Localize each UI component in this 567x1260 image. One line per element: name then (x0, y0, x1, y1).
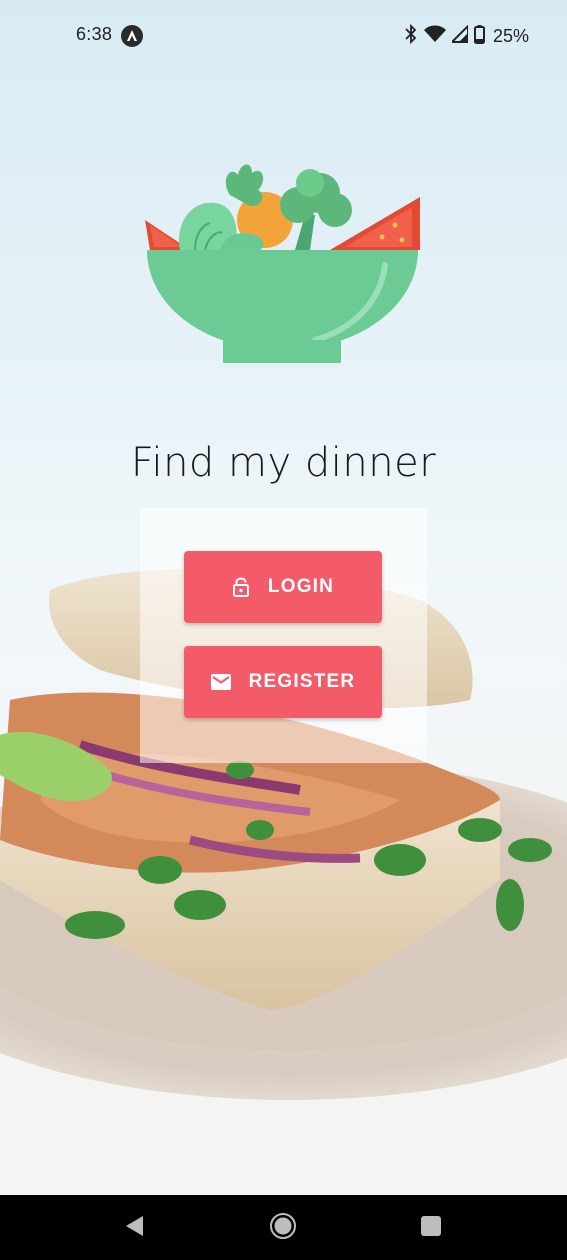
app-title: Find my dinner (130, 440, 437, 486)
recents-icon (420, 1215, 442, 1242)
status-icons: 25% (404, 23, 529, 49)
home-icon (269, 1212, 297, 1245)
back-icon (123, 1214, 145, 1243)
wifi-icon (423, 25, 446, 48)
app-notification-icon (121, 25, 143, 47)
mail-icon (210, 674, 231, 690)
bluetooth-icon (404, 23, 418, 49)
lock-icon (232, 577, 250, 597)
welcome-screen: 6:38 25% Find my dinner LOGIN REGISTER (0, 0, 567, 1260)
home-button[interactable] (266, 1211, 300, 1245)
login-button[interactable]: LOGIN (184, 551, 382, 623)
battery-icon (473, 24, 485, 49)
register-button[interactable]: REGISTER (184, 646, 382, 718)
login-button-label: LOGIN (267, 576, 335, 597)
auth-card (140, 508, 427, 763)
cellular-signal-icon (449, 23, 469, 48)
recents-button[interactable] (414, 1211, 448, 1245)
status-time: 6:38 (76, 24, 113, 44)
system-navigation-bar (0, 1195, 567, 1260)
register-button-label: REGISTER (248, 671, 356, 692)
back-button[interactable] (117, 1211, 151, 1245)
salad-bowl-logo (145, 164, 420, 363)
battery-percentage: 25% (492, 26, 529, 46)
status-bar: 6:38 25% (0, 0, 567, 72)
